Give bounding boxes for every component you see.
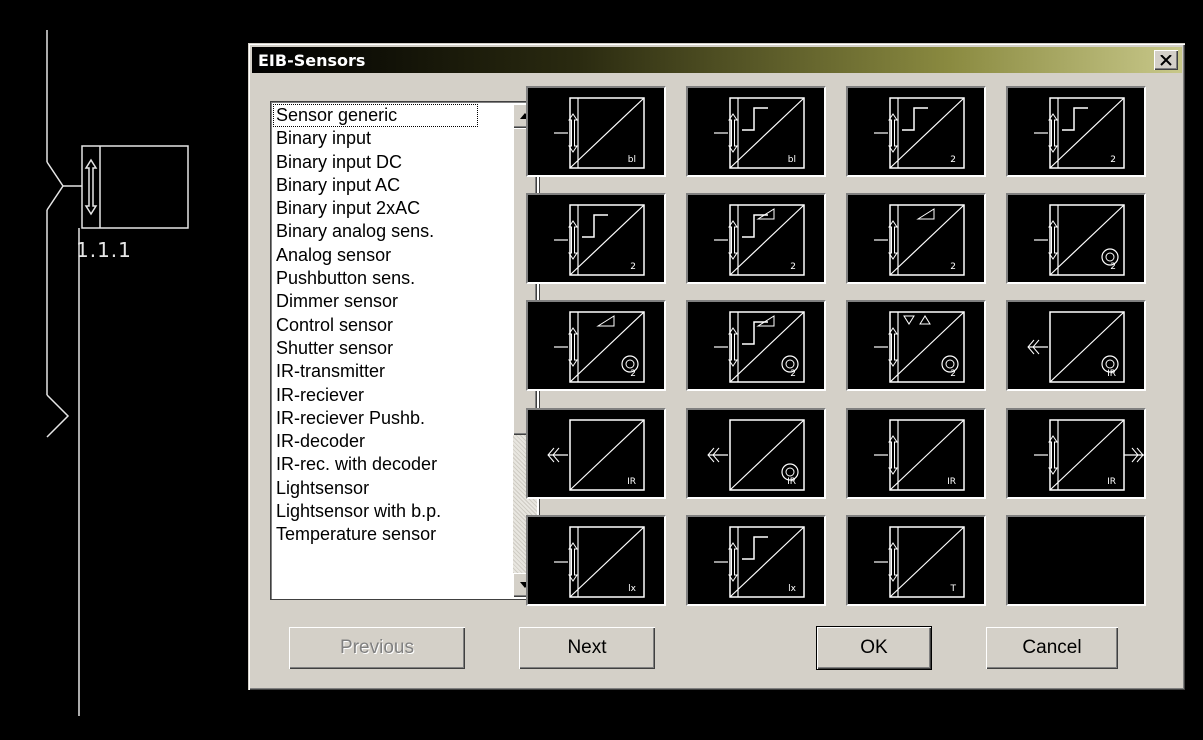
list-item[interactable]: IR-reciever Pushb. (273, 407, 478, 430)
sensor-tile[interactable]: 2 (846, 86, 986, 177)
list-item[interactable]: Binary analog sens. (273, 220, 478, 243)
list-item[interactable]: Temperature sensor (273, 523, 478, 546)
list-item[interactable]: Binary input 2xAC (273, 197, 478, 220)
empty-tile (1006, 515, 1146, 606)
ir-decoder-icon: IR (874, 419, 965, 491)
sensor-tile[interactable]: bl (686, 86, 826, 177)
dialog-title: EIB-Sensors (258, 51, 366, 70)
svg-text:lx: lx (628, 584, 637, 594)
dimmer-sensor-icon: 2 (554, 311, 645, 383)
sensor-tile[interactable]: 2 (686, 300, 826, 391)
list-item[interactable]: IR-reciever (273, 384, 478, 407)
ir-reciever-pushb-icon: IR (707, 419, 805, 491)
sensor-tile[interactable]: 2 (526, 300, 666, 391)
sensor-tile[interactable]: IR (1006, 408, 1146, 499)
svg-text:2: 2 (950, 369, 956, 379)
eib-sensors-dialog: EIB-Sensors Sensor generic Binary input Bi… (248, 43, 1185, 690)
binary-input-2xac-icon: 2 (554, 204, 645, 276)
svg-text:2: 2 (790, 369, 796, 379)
bus-branch (46, 161, 64, 211)
sensor-tile[interactable]: lx (526, 515, 666, 606)
bus-marker (46, 394, 70, 438)
list-item[interactable]: IR-rec. with decoder (273, 453, 478, 476)
list-item[interactable]: Binary input (273, 127, 478, 150)
ok-label: OK (860, 637, 888, 658)
svg-text:2: 2 (630, 369, 636, 379)
sensor-tile[interactable]: IR (1006, 300, 1146, 391)
close-icon (1160, 54, 1172, 66)
svg-text:2: 2 (1110, 262, 1116, 272)
pushbutton-sensor-icon: 2 (1034, 204, 1125, 276)
svg-text:IR: IR (787, 477, 796, 487)
sensor-tile[interactable]: 2 (846, 193, 986, 284)
next-label: Next (567, 637, 607, 658)
temperature-sensor-icon: T (874, 526, 965, 598)
list-item[interactable]: Analog sensor (273, 244, 478, 267)
sensor-tile[interactable]: 2 (846, 300, 986, 391)
svg-text:2: 2 (790, 262, 796, 272)
sensor-type-list[interactable]: Sensor generic Binary input Binary input D… (270, 101, 540, 600)
close-button[interactable] (1154, 50, 1178, 70)
list-item[interactable]: Control sensor (273, 314, 478, 337)
list-item[interactable]: Pushbutton sens. (273, 267, 478, 290)
lightsensor-icon: lx (554, 526, 645, 598)
device-box (81, 145, 189, 229)
dialog-titlebar[interactable]: EIB-Sensors (252, 47, 1182, 73)
control-sensor-icon: 2 (714, 311, 805, 383)
previous-button: Previous (289, 627, 465, 669)
cancel-button[interactable]: Cancel (986, 627, 1118, 669)
ok-button[interactable]: OK (816, 626, 932, 670)
binary-input-icon: bl (714, 97, 805, 169)
svg-text:2: 2 (950, 155, 956, 165)
binary-input-dc-icon: 2 (874, 97, 965, 169)
svg-text:IR: IR (947, 477, 956, 487)
list-item[interactable]: Dimmer sensor (273, 290, 478, 313)
list-item[interactable]: Binary input AC (273, 174, 478, 197)
sensor-tile[interactable]: IR (526, 408, 666, 499)
sensor-tile[interactable]: lx (686, 515, 826, 606)
binary-analog-icon: 2 (714, 204, 805, 276)
empty-slot (1008, 517, 1144, 604)
svg-text:IR: IR (1107, 477, 1116, 487)
list-item[interactable]: IR-decoder (273, 430, 478, 453)
svg-text:lx: lx (788, 584, 797, 594)
binary-input-ac-icon: 2 (1034, 97, 1125, 169)
svg-text:bl: bl (788, 155, 796, 165)
sensor-tile[interactable]: 2 (686, 193, 826, 284)
list-item[interactable]: Shutter sensor (273, 337, 478, 360)
svg-text:T: T (950, 584, 957, 594)
svg-text:2: 2 (950, 262, 956, 272)
list-item[interactable]: Sensor generic (273, 104, 478, 128)
analog-sensor-icon: 2 (874, 204, 965, 276)
lightsensor-bp-icon: lx (714, 526, 805, 598)
device-label[interactable]: 1.1.1 (76, 238, 132, 262)
sensor-tile[interactable]: 2 (1006, 193, 1146, 284)
sensor-generic-icon: bl (554, 97, 645, 169)
sensor-tile[interactable]: 2 (526, 193, 666, 284)
ir-rec-decoder-icon: IR (1034, 419, 1144, 491)
svg-text:2: 2 (1110, 155, 1116, 165)
sensor-tile[interactable]: 2 (1006, 86, 1146, 177)
ir-reciever-icon: IR (547, 419, 645, 491)
list-item[interactable]: Binary input DC (273, 151, 478, 174)
ir-transmitter-icon: IR (1027, 311, 1125, 383)
list-item[interactable]: IR-transmitter (273, 360, 478, 383)
next-button[interactable]: Next (519, 627, 655, 669)
shutter-sensor-icon: 2 (874, 311, 965, 383)
sensor-tile[interactable]: IR (686, 408, 826, 499)
sensor-tile[interactable]: T (846, 515, 986, 606)
sensor-tile[interactable]: bl (526, 86, 666, 177)
svg-text:bl: bl (628, 155, 636, 165)
list-item[interactable]: Lightsensor (273, 477, 478, 500)
list-item[interactable]: Lightsensor with b.p. (273, 500, 478, 523)
svg-text:IR: IR (1107, 369, 1116, 379)
cancel-label: Cancel (1022, 637, 1082, 658)
previous-label: Previous (340, 637, 414, 658)
svg-text:2: 2 (630, 262, 636, 272)
sensor-tile[interactable]: IR (846, 408, 986, 499)
svg-text:IR: IR (627, 477, 636, 487)
